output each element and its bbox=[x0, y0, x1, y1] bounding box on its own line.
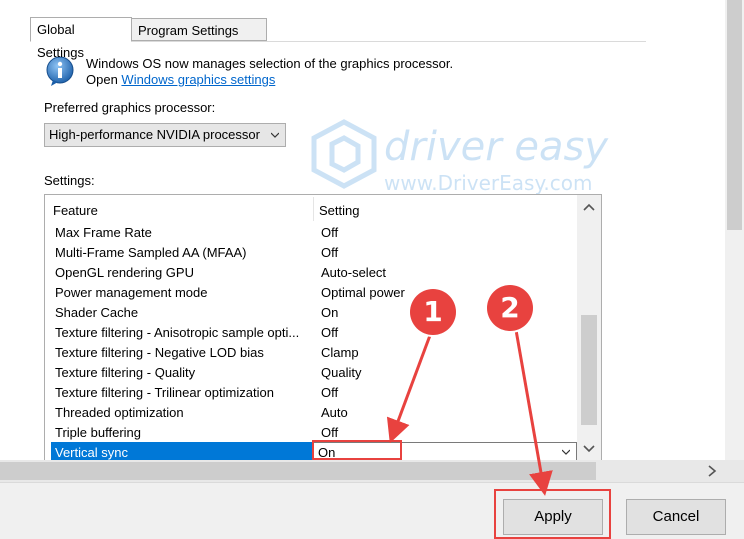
row-feature: Texture filtering - Anisotropic sample o… bbox=[55, 325, 300, 340]
table-row[interactable]: Texture filtering - Negative LOD bias Cla… bbox=[51, 342, 577, 362]
driver-easy-watermark: driver easy www.DriverEasy.com bbox=[311, 119, 609, 195]
table-row[interactable]: Threaded optimization Auto bbox=[51, 402, 577, 422]
preferred-processor-label: Preferred graphics processor: bbox=[44, 100, 216, 115]
column-header-feature[interactable]: Feature bbox=[53, 203, 98, 218]
row-feature: Threaded optimization bbox=[55, 405, 184, 420]
row-feature: Texture filtering - Trilinear optimizati… bbox=[55, 385, 274, 400]
chevron-down-icon bbox=[271, 132, 279, 138]
row-feature: Vertical sync bbox=[55, 445, 128, 460]
info-message: Windows OS now manages selection of the … bbox=[86, 56, 453, 88]
table-row[interactable]: Multi-Frame Sampled AA (MFAA) Off bbox=[51, 242, 577, 262]
annotation-box-apply bbox=[494, 489, 611, 539]
info-line: Windows OS now manages selection of the … bbox=[86, 56, 454, 71]
row-feature: Multi-Frame Sampled AA (MFAA) bbox=[55, 245, 247, 260]
scrollbar-thumb[interactable] bbox=[0, 462, 596, 480]
watermark-brand: driver easy bbox=[384, 124, 609, 170]
scrollbar-thumb[interactable] bbox=[727, 0, 742, 230]
watermark-url: www.DriverEasy.com bbox=[384, 171, 593, 195]
tab-label: Program Settings bbox=[138, 23, 239, 38]
table-row[interactable]: Texture filtering - Quality Quality bbox=[51, 362, 577, 382]
row-value: Auto-select bbox=[321, 265, 387, 280]
row-feature: Texture filtering - Quality bbox=[55, 365, 196, 380]
horizontal-scrollbar[interactable] bbox=[0, 460, 744, 482]
tab-global-settings[interactable]: Global Settings bbox=[30, 17, 132, 60]
row-value: Off bbox=[321, 325, 339, 340]
row-value: Optimal power bbox=[321, 285, 405, 300]
row-feature: Triple buffering bbox=[55, 425, 141, 440]
settings-label: Settings: bbox=[44, 173, 95, 188]
chevron-up-icon[interactable] bbox=[582, 201, 596, 213]
page-vertical-scrollbar[interactable] bbox=[725, 0, 744, 460]
windows-graphics-settings-link[interactable]: Windows graphics settings bbox=[121, 72, 275, 87]
row-feature: OpenGL rendering GPU bbox=[55, 265, 194, 280]
row-value: Off bbox=[321, 225, 339, 240]
row-feature: Shader Cache bbox=[55, 305, 139, 320]
dropdown-value: High-performance NVIDIA processor bbox=[49, 127, 260, 142]
dialog-footer: Apply Cancel bbox=[0, 482, 744, 539]
row-value: Off bbox=[321, 425, 339, 440]
row-value: Quality bbox=[321, 365, 362, 380]
row-feature: Power management mode bbox=[55, 285, 208, 300]
row-feature: Texture filtering - Negative LOD bias bbox=[55, 345, 264, 360]
cancel-button[interactable]: Cancel bbox=[626, 499, 726, 535]
scrollbar-thumb[interactable] bbox=[581, 315, 597, 425]
row-value: On bbox=[321, 305, 339, 320]
chevron-down-icon[interactable] bbox=[582, 443, 596, 455]
list-header: Feature Setting bbox=[45, 195, 577, 223]
row-value: Clamp bbox=[321, 345, 359, 360]
table-row[interactable]: OpenGL rendering GPU Auto-select bbox=[51, 262, 577, 282]
table-row[interactable]: Max Frame Rate Off bbox=[51, 222, 577, 242]
info-open-line: Open Windows graphics settings bbox=[86, 72, 453, 88]
step-badge-1: 1 bbox=[410, 289, 456, 335]
annotation-box-setting bbox=[312, 440, 402, 460]
row-feature: Max Frame Rate bbox=[55, 225, 152, 240]
tab-label: Global Settings bbox=[37, 22, 84, 60]
table-row[interactable]: Texture filtering - Trilinear optimizati… bbox=[51, 382, 577, 402]
row-value: Off bbox=[321, 245, 339, 260]
preferred-processor-dropdown[interactable]: High-performance NVIDIA processor bbox=[44, 123, 286, 147]
table-row[interactable]: Triple buffering Off bbox=[51, 422, 577, 442]
step-badge-2: 2 bbox=[487, 285, 533, 331]
column-header-setting[interactable]: Setting bbox=[319, 203, 359, 218]
chevron-down-icon bbox=[562, 449, 570, 455]
column-separator[interactable] bbox=[313, 197, 314, 221]
chevron-right-icon[interactable] bbox=[706, 465, 718, 477]
open-prefix: Open bbox=[86, 72, 122, 87]
list-vertical-scrollbar[interactable] bbox=[577, 195, 601, 461]
row-value: Off bbox=[321, 385, 339, 400]
row-value: Auto bbox=[321, 405, 348, 420]
tab-program-settings[interactable]: Program Settings bbox=[131, 18, 267, 41]
